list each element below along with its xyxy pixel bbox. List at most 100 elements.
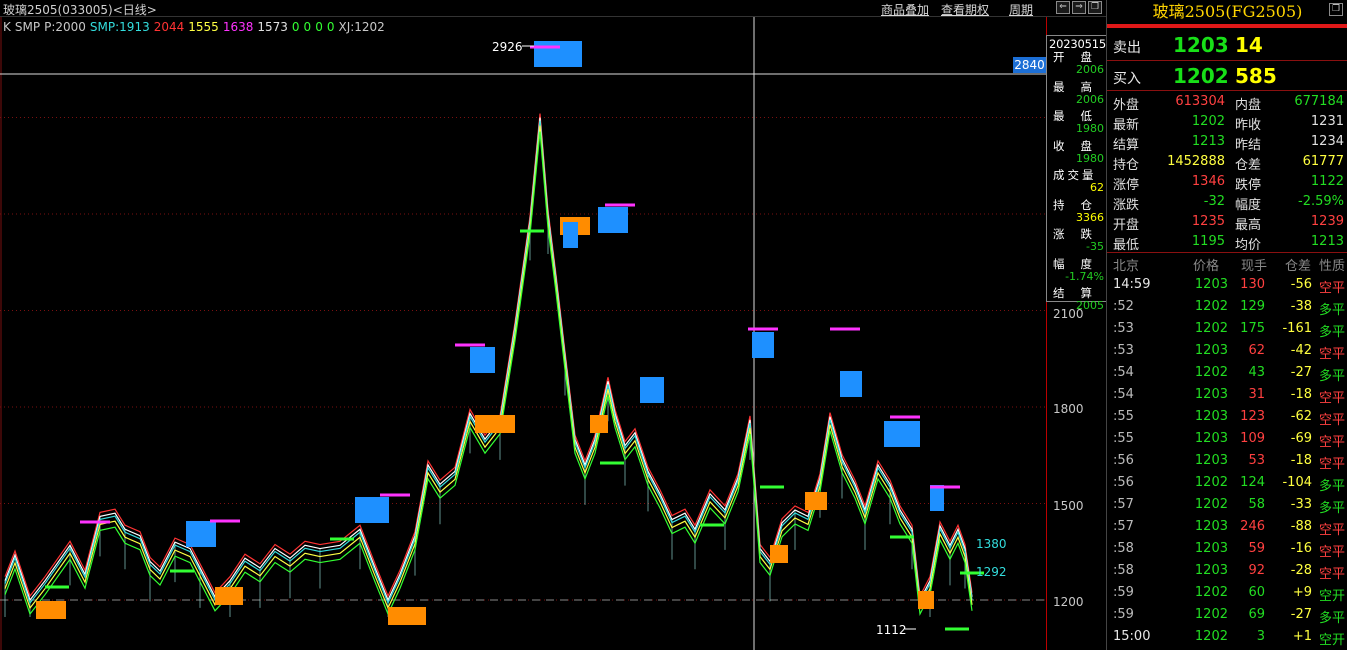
tick-nature: 空平: [1318, 435, 1345, 450]
tick-hand: 109: [1240, 431, 1265, 446]
tick-nature: 多平: [1318, 303, 1345, 318]
tick-price: 1203: [1194, 343, 1228, 358]
signal-box: [563, 222, 578, 248]
tick-row[interactable]: :54 1203 31 -18 空平: [1107, 384, 1347, 406]
bar-field-value: 2005: [1076, 299, 1104, 312]
tick-hand: 246: [1240, 519, 1265, 534]
stat-value: 1122: [1310, 174, 1344, 189]
tick-nature: 多平: [1318, 325, 1345, 340]
tick-price: 1202: [1194, 629, 1228, 644]
tick-row[interactable]: :52 1202 129 -38 多平: [1107, 296, 1347, 318]
signal-box: [388, 607, 426, 625]
tick-time: :53: [1113, 343, 1134, 358]
stat-value: 1452888: [1167, 154, 1225, 169]
indicator-value: 1573: [257, 20, 288, 34]
tick-hand: 43: [1248, 365, 1265, 380]
stat-label: 昨收: [1235, 118, 1262, 133]
kline-chart[interactable]: 2926 1112 1380 1292: [0, 17, 1046, 650]
tick-diff: -38: [1290, 299, 1312, 314]
tick-diff: -161: [1282, 321, 1312, 336]
tick-row[interactable]: :57 1203 246 -88 空平: [1107, 516, 1347, 538]
prev-icon[interactable]: ⇐: [1056, 1, 1070, 14]
next-icon[interactable]: ⇒: [1072, 1, 1086, 14]
tick-row[interactable]: :56 1203 53 -18 空平: [1107, 450, 1347, 472]
tick-time: :59: [1113, 585, 1134, 600]
bar-info-window: 20230515 开盘 2006 最高 2006 最低 1980 收盘 1980 成交量 62 持仓…: [1046, 35, 1108, 312]
tick-row[interactable]: :58 1203 59 -16 空平: [1107, 538, 1347, 560]
tick-row[interactable]: :57 1202 58 -33 多平: [1107, 494, 1347, 516]
tick-price: 1202: [1194, 321, 1228, 336]
tick-row[interactable]: 15:00 1202 3 +1 空开: [1107, 626, 1347, 648]
divider: [1107, 90, 1347, 91]
stat-row: 最新 1202 昨收 1231: [1107, 112, 1347, 133]
tick-time: :55: [1113, 431, 1134, 446]
contract-title: 玻璃2505(FG2505): [1152, 2, 1303, 21]
tick-diff: -33: [1290, 497, 1312, 512]
signal-box: [805, 492, 827, 510]
bar-field-value: 1980: [1076, 151, 1104, 165]
tick-hand: 31: [1248, 387, 1265, 402]
signal-box: [36, 601, 66, 619]
tick-nature: 多平: [1318, 611, 1345, 626]
tick-time: 15:00: [1113, 629, 1151, 644]
tick-time: :52: [1113, 299, 1134, 314]
tick-row[interactable]: :53 1202 175 -161 多平: [1107, 318, 1347, 340]
buy-row: 买入 1202 585: [1107, 61, 1347, 91]
tick-price: 1203: [1194, 387, 1228, 402]
tick-header-diff: 仓差: [1285, 259, 1312, 274]
tick-header-time: 北京: [1113, 259, 1140, 274]
tick-price: 1202: [1194, 497, 1228, 512]
buy-price: 1202: [1173, 64, 1229, 88]
tick-row[interactable]: :55 1203 109 -69 空平: [1107, 428, 1347, 450]
tick-row[interactable]: :54 1202 43 -27 多平: [1107, 362, 1347, 384]
stat-value: 1213: [1191, 134, 1225, 149]
bar-field-value: 3366: [1076, 210, 1104, 224]
signal-box: [534, 41, 582, 67]
indicator-value: 0: [303, 20, 312, 34]
overlay-commodity-link[interactable]: 商品叠加: [881, 1, 929, 18]
tick-time: :55: [1113, 409, 1134, 424]
signal-box: [355, 497, 389, 523]
signal-box: [215, 587, 243, 605]
tick-price: 1203: [1194, 409, 1228, 424]
tick-price: 1202: [1194, 299, 1228, 314]
bar-field-value: 2006: [1076, 92, 1104, 106]
indicator-value: 1638: [222, 20, 254, 34]
high-price-label: 2926: [492, 40, 523, 54]
tick-row[interactable]: :59 1202 69 -27 多平: [1107, 604, 1347, 626]
tick-time: 14:59: [1113, 277, 1151, 292]
signal-box: [930, 485, 944, 511]
tick-row[interactable]: :58 1203 92 -28 空平: [1107, 560, 1347, 582]
tick-hand: 69: [1248, 607, 1265, 622]
tick-nature: 空开: [1318, 633, 1345, 648]
restore-panel-icon[interactable]: ❐: [1329, 3, 1343, 16]
tick-nature: 空平: [1318, 281, 1345, 296]
tick-row[interactable]: :56 1202 124 -104 多平: [1107, 472, 1347, 494]
stat-value: 1202: [1191, 114, 1225, 129]
stat-value: -2.59%: [1298, 194, 1344, 209]
tick-header: 北京 价格 现手 仓差 性质: [1107, 253, 1347, 274]
stat-value: 613304: [1175, 94, 1225, 109]
stat-value: 1213: [1310, 234, 1344, 249]
view-options-link[interactable]: 查看期权: [941, 1, 989, 18]
stat-row: 涨停 1346 跌停 1122: [1107, 172, 1347, 193]
tick-price: 1203: [1194, 541, 1228, 556]
tick-row[interactable]: :55 1203 123 -62 空平: [1107, 406, 1347, 428]
tick-hand: 92: [1248, 563, 1265, 578]
kline-canvas[interactable]: 2926 1112 1380 1292: [0, 17, 1046, 650]
restore-window-icon[interactable]: ❐: [1088, 1, 1102, 14]
period-link[interactable]: 周期: [1009, 1, 1033, 18]
tick-nature: 多平: [1318, 479, 1345, 494]
tick-time: :59: [1113, 607, 1134, 622]
tick-row[interactable]: 14:59 1203 130 -56 空平: [1107, 274, 1347, 296]
signal-box: [752, 332, 774, 358]
bar-field-value: -35: [1086, 240, 1104, 253]
signal-box: [840, 371, 862, 397]
tick-diff: -69: [1290, 431, 1312, 446]
stat-label: 持仓: [1113, 158, 1140, 173]
tick-row[interactable]: :53 1203 62 -42 空平: [1107, 340, 1347, 362]
stat-row: 结算 1213 昨结 1234: [1107, 132, 1347, 153]
signal-box: [470, 347, 495, 373]
stat-label: 幅度: [1235, 198, 1262, 213]
tick-row[interactable]: :59 1202 60 +9 空开: [1107, 582, 1347, 604]
